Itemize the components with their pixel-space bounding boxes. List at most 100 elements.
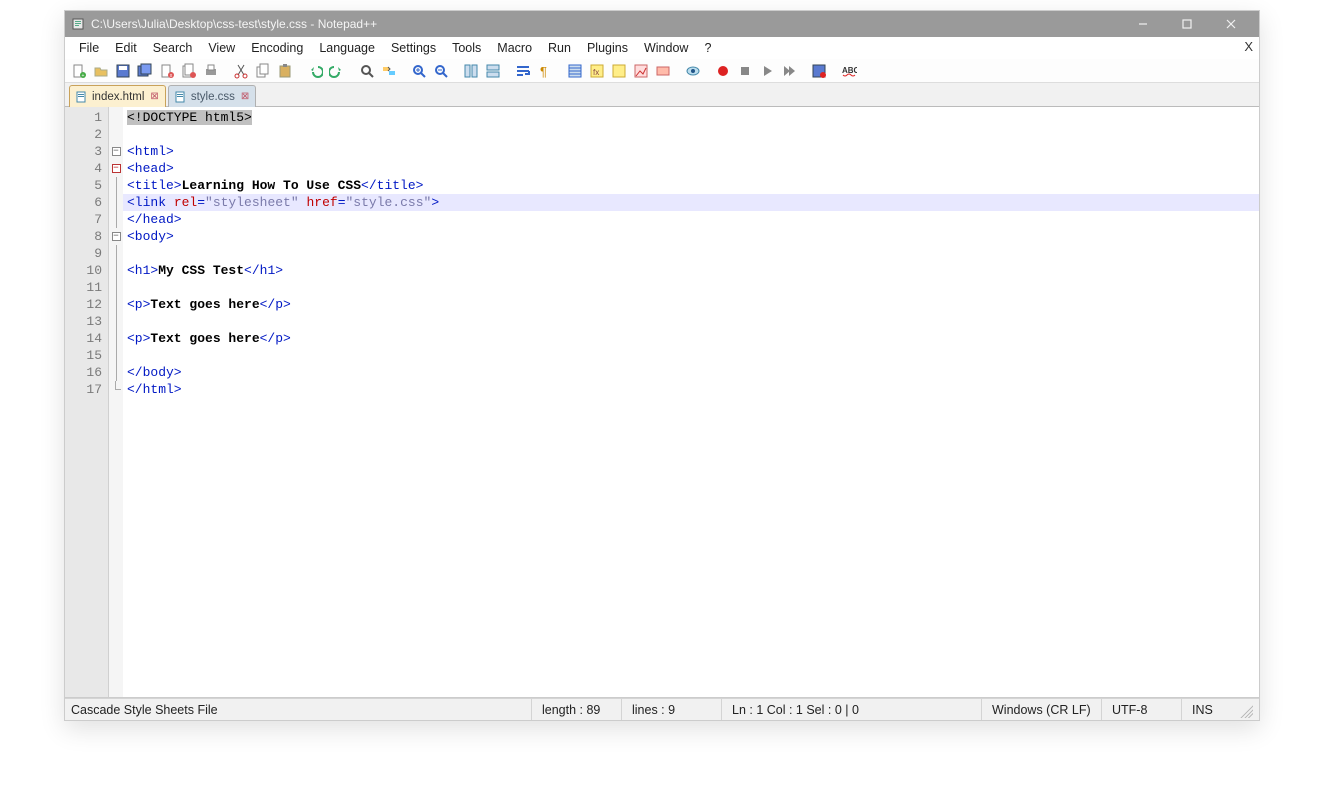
line-number[interactable]: 1 <box>65 109 108 126</box>
line-number[interactable]: 9 <box>65 245 108 262</box>
menu-plugins[interactable]: Plugins <box>579 39 636 57</box>
line-number[interactable]: 15 <box>65 347 108 364</box>
code-content[interactable]: <!DOCTYPE html5> <html><head><title>Learn… <box>123 107 1259 697</box>
line-number[interactable]: 2 <box>65 126 108 143</box>
menu-[interactable]: ? <box>696 39 719 57</box>
mdi-close-button[interactable]: X <box>1244 39 1253 54</box>
line-number[interactable]: 11 <box>65 279 108 296</box>
menu-encoding[interactable]: Encoding <box>243 39 311 57</box>
code-line[interactable]: </head> <box>123 211 1259 228</box>
line-number[interactable]: 16 <box>65 364 108 381</box>
token: = <box>338 195 346 210</box>
code-line[interactable]: <link rel="stylesheet" href="style.css"> <box>123 194 1259 211</box>
doc-map-button[interactable] <box>631 61 651 81</box>
user-lang-button[interactable]: fx <box>587 61 607 81</box>
stop-button[interactable] <box>735 61 755 81</box>
line-number[interactable]: 14 <box>65 330 108 347</box>
code-line[interactable]: <head> <box>123 160 1259 177</box>
menu-tools[interactable]: Tools <box>444 39 489 57</box>
func-list-button[interactable] <box>653 61 673 81</box>
replace-button[interactable] <box>379 61 399 81</box>
close-button[interactable] <box>1209 11 1253 37</box>
pilcrow-button[interactable]: ¶ <box>535 61 555 81</box>
tab-index-html[interactable]: index.html⊠ <box>69 85 166 107</box>
line-number-gutter[interactable]: 1234567891011121314151617 <box>65 107 109 697</box>
line-number[interactable]: 7 <box>65 211 108 228</box>
line-number[interactable]: 6 <box>65 194 108 211</box>
code-line[interactable]: <html> <box>123 143 1259 160</box>
close-icon[interactable]: ⊠ <box>150 91 158 102</box>
save-macro-button[interactable] <box>809 61 829 81</box>
menu-settings[interactable]: Settings <box>383 39 444 57</box>
code-line[interactable] <box>123 126 1259 143</box>
code-line[interactable]: <!DOCTYPE html5> <box>123 109 1259 126</box>
zoom-in-button[interactable] <box>409 61 429 81</box>
code-line[interactable] <box>123 347 1259 364</box>
find-button[interactable] <box>357 61 377 81</box>
paste-button[interactable] <box>275 61 295 81</box>
indent-guide-button[interactable] <box>565 61 585 81</box>
line-number[interactable]: 4 <box>65 160 108 177</box>
titlebar[interactable]: C:\Users\Julia\Desktop\css-test\style.cs… <box>65 11 1259 37</box>
play-button[interactable] <box>757 61 777 81</box>
menu-view[interactable]: View <box>200 39 243 57</box>
fold-column[interactable]: −−− <box>109 107 123 697</box>
code-line[interactable]: </html> <box>123 381 1259 398</box>
line-number[interactable]: 17 <box>65 381 108 398</box>
play-multi-button[interactable] <box>779 61 799 81</box>
redo-button[interactable] <box>327 61 347 81</box>
open-file-button[interactable] <box>91 61 111 81</box>
menu-window[interactable]: Window <box>636 39 696 57</box>
undo-button[interactable] <box>305 61 325 81</box>
menu-language[interactable]: Language <box>311 39 383 57</box>
menu-run[interactable]: Run <box>540 39 579 57</box>
word-wrap-button[interactable] <box>513 61 533 81</box>
token: Text goes here <box>150 331 259 346</box>
close-all-button[interactable] <box>179 61 199 81</box>
tab-style-css[interactable]: style.css⊠ <box>168 85 256 107</box>
record-button[interactable] <box>713 61 733 81</box>
menu-macro[interactable]: Macro <box>489 39 540 57</box>
fold-marker[interactable]: − <box>109 143 123 160</box>
monitor-button[interactable] <box>683 61 703 81</box>
code-line[interactable]: <body> <box>123 228 1259 245</box>
line-number[interactable]: 13 <box>65 313 108 330</box>
fold-marker[interactable]: − <box>109 228 123 245</box>
minimize-button[interactable] <box>1121 11 1165 37</box>
close-icon[interactable]: ⊠ <box>241 91 249 102</box>
code-line[interactable]: <h1>My CSS Test</h1> <box>123 262 1259 279</box>
line-number[interactable]: 5 <box>65 177 108 194</box>
maximize-button[interactable] <box>1165 11 1209 37</box>
code-line[interactable]: <p>Text goes here</p> <box>123 296 1259 313</box>
zoom-out-button[interactable] <box>431 61 451 81</box>
code-line[interactable]: <title>Learning How To Use CSS</title> <box>123 177 1259 194</box>
copy-button[interactable] <box>253 61 273 81</box>
resize-grip-icon[interactable] <box>1237 702 1253 718</box>
fold-marker[interactable]: − <box>109 160 123 177</box>
code-line[interactable] <box>123 313 1259 330</box>
code-line[interactable] <box>123 245 1259 262</box>
sync-v-button[interactable] <box>461 61 481 81</box>
line-number[interactable]: 10 <box>65 262 108 279</box>
folder-button[interactable] <box>609 61 629 81</box>
menu-search[interactable]: Search <box>145 39 201 57</box>
status-filetype: Cascade Style Sheets File <box>71 699 531 720</box>
print-button[interactable] <box>201 61 221 81</box>
code-line[interactable]: </body> <box>123 364 1259 381</box>
save-button[interactable] <box>113 61 133 81</box>
new-file-button[interactable]: + <box>69 61 89 81</box>
menu-edit[interactable]: Edit <box>107 39 145 57</box>
spellcheck-button[interactable]: ABC <box>839 61 859 81</box>
line-number[interactable]: 8 <box>65 228 108 245</box>
line-number[interactable]: 3 <box>65 143 108 160</box>
code-line[interactable]: <p>Text goes here</p> <box>123 330 1259 347</box>
cut-button[interactable] <box>231 61 251 81</box>
save-all-button[interactable] <box>135 61 155 81</box>
tabbar: index.html⊠style.css⊠ <box>65 83 1259 107</box>
sync-h-button[interactable] <box>483 61 503 81</box>
line-number[interactable]: 12 <box>65 296 108 313</box>
menu-file[interactable]: File <box>71 39 107 57</box>
code-line[interactable] <box>123 279 1259 296</box>
close-file-button[interactable]: x <box>157 61 177 81</box>
token: </h1> <box>244 263 283 278</box>
